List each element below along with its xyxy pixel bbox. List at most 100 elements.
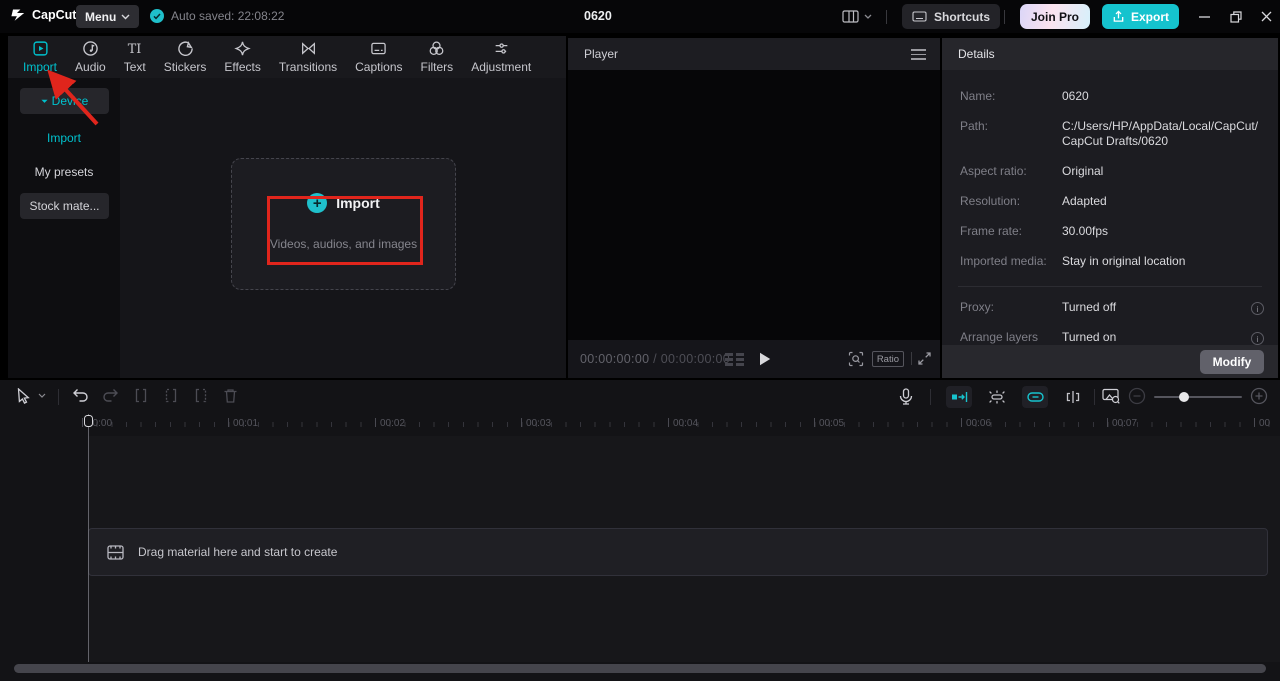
sidebar-item-label: Device — [51, 94, 89, 108]
toolbar-divider — [1094, 389, 1095, 405]
titlebar-divider — [886, 10, 887, 24]
split-icon[interactable] — [133, 388, 149, 403]
detail-label: Aspect ratio: — [960, 164, 1027, 178]
tab-label: Stickers — [163, 60, 207, 74]
frame-view-icon[interactable] — [725, 353, 745, 366]
details-divider — [958, 286, 1262, 287]
info-icon[interactable]: i — [1251, 332, 1264, 345]
detail-label: Name: — [960, 89, 996, 103]
modify-button[interactable]: Modify — [1200, 350, 1264, 374]
cover-preview-icon[interactable] — [1102, 388, 1121, 404]
tab-label: Import — [23, 60, 58, 74]
ruler-label: 00 — [1254, 418, 1270, 429]
export-button[interactable]: Export — [1102, 4, 1180, 29]
transitions-tab-icon — [301, 42, 315, 55]
maximize-button[interactable] — [1222, 0, 1250, 33]
zoom-out-icon[interactable] — [1128, 387, 1146, 405]
playhead-line — [88, 414, 89, 662]
detail-label: Proxy: — [960, 300, 995, 314]
media-sidebar: Device Import My presets Stock mate... — [8, 78, 120, 378]
chevron-down-icon[interactable] — [38, 393, 46, 398]
timeline-horizontal-scrollbar[interactable] — [14, 664, 1266, 673]
tab-transitions[interactable]: Transitions — [270, 40, 346, 74]
stickers-tab-icon — [177, 41, 193, 57]
ruler-label: 00:07 — [1107, 418, 1137, 429]
tab-label: Filters — [420, 60, 454, 74]
ratio-button[interactable]: Ratio — [871, 351, 904, 367]
link-toggle[interactable] — [1022, 386, 1048, 408]
captions-tab-icon — [371, 42, 387, 55]
filters-tab-icon — [429, 41, 444, 55]
tab-label: Adjustment — [471, 60, 532, 74]
app-name: CapCut — [32, 8, 77, 22]
export-label: Export — [1131, 9, 1170, 24]
detail-label: Path: — [960, 119, 989, 133]
player-panel: Player 00:00:00:00 / 00:00:00:00 Ratio — [568, 38, 940, 378]
playhead-handle[interactable] — [84, 415, 93, 427]
player-controls: 00:00:00:00 / 00:00:00:00 Ratio — [568, 340, 940, 378]
auto-snap-toggle[interactable] — [984, 386, 1010, 408]
redo-icon[interactable] — [102, 388, 119, 403]
shortcuts-button[interactable]: Shortcuts — [902, 4, 1001, 29]
detail-row-name: Name: 0620 — [960, 89, 1264, 109]
detail-value: Adapted — [1062, 194, 1107, 208]
ruler-label: 00:04 — [668, 418, 698, 429]
zoom-in-icon[interactable] — [1250, 387, 1268, 405]
tab-filters[interactable]: Filters — [412, 40, 463, 74]
minimize-button[interactable] — [1190, 0, 1218, 33]
autosave-text: Auto saved: 22:08:22 — [171, 9, 285, 23]
detail-row-imported-media: Imported media: Stay in original locatio… — [960, 254, 1264, 274]
fullscreen-icon[interactable] — [917, 351, 932, 366]
undo-icon[interactable] — [72, 388, 89, 403]
zoom-slider-handle[interactable] — [1179, 392, 1189, 402]
menu-button[interactable]: Menu — [76, 5, 140, 28]
delete-left-icon[interactable] — [163, 388, 179, 403]
tab-audio[interactable]: Audio — [66, 40, 115, 74]
chevron-down-icon[interactable] — [864, 14, 872, 19]
sidebar-item-import[interactable]: Import — [8, 131, 120, 145]
close-button[interactable] — [1252, 0, 1280, 33]
tab-captions[interactable]: Captions — [346, 40, 411, 74]
modify-bar: Modify — [942, 345, 1278, 378]
sidebar-item-my-presets[interactable]: My presets — [8, 165, 120, 179]
delete-right-icon[interactable] — [193, 388, 209, 403]
track-empty-hint: Drag material here and start to create — [138, 545, 338, 559]
select-tool-icon[interactable] — [16, 388, 31, 405]
controls-divider — [911, 352, 912, 365]
tab-adjustment[interactable]: Adjustment — [462, 40, 540, 74]
tab-effects[interactable]: Effects — [215, 40, 269, 74]
player-timecode: 00:00:00:00 / 00:00:00:00 — [580, 352, 730, 366]
preview-axis-toggle[interactable] — [1060, 386, 1086, 408]
detail-row-proxy: Proxy: Turned off i — [960, 300, 1264, 320]
tab-text[interactable]: TI Text — [115, 40, 155, 74]
player-menu-icon[interactable] — [911, 49, 926, 60]
capcut-logo: CapCut — [10, 8, 76, 22]
detail-value: Stay in original location — [1062, 254, 1186, 268]
join-pro-label: Join Pro — [1031, 9, 1080, 24]
tab-label: Text — [123, 60, 146, 74]
timeline-zoom-slider[interactable] — [1154, 396, 1242, 398]
details-panel: Details Name: 0620 Path: C:/Users/HP/App… — [942, 38, 1278, 378]
player-title: Player — [584, 47, 619, 61]
join-pro-button[interactable]: Join Pro — [1020, 4, 1091, 29]
tab-label: Captions — [355, 60, 403, 74]
menu-label: Menu — [85, 9, 117, 24]
sidebar-item-device[interactable]: Device — [20, 88, 109, 114]
delete-icon[interactable] — [223, 388, 238, 404]
focus-icon[interactable] — [848, 351, 864, 367]
total-time: 00:00:00:00 — [660, 352, 731, 366]
text-tab-icon: TI — [128, 42, 142, 57]
tab-label: Effects — [224, 60, 261, 74]
record-voiceover-icon[interactable] — [898, 388, 914, 406]
timeline-ruler[interactable]: 00:00 00:01 00:02 00:03 00:04 00:05 00:0… — [0, 414, 1280, 436]
empty-track-dropzone[interactable]: Drag material here and start to create — [88, 528, 1268, 576]
play-button[interactable] — [759, 352, 771, 366]
info-icon[interactable]: i — [1251, 302, 1264, 315]
sidebar-item-stock-material[interactable]: Stock mate... — [20, 193, 109, 219]
layout-switch-icon[interactable] — [842, 10, 859, 23]
tab-stickers[interactable]: Stickers — [155, 40, 216, 74]
adjustment-tab-icon — [495, 43, 508, 54]
tab-import[interactable]: Import — [14, 40, 66, 74]
main-track-magnet-toggle[interactable] — [946, 386, 972, 408]
detail-label: Imported media: — [960, 254, 1047, 268]
